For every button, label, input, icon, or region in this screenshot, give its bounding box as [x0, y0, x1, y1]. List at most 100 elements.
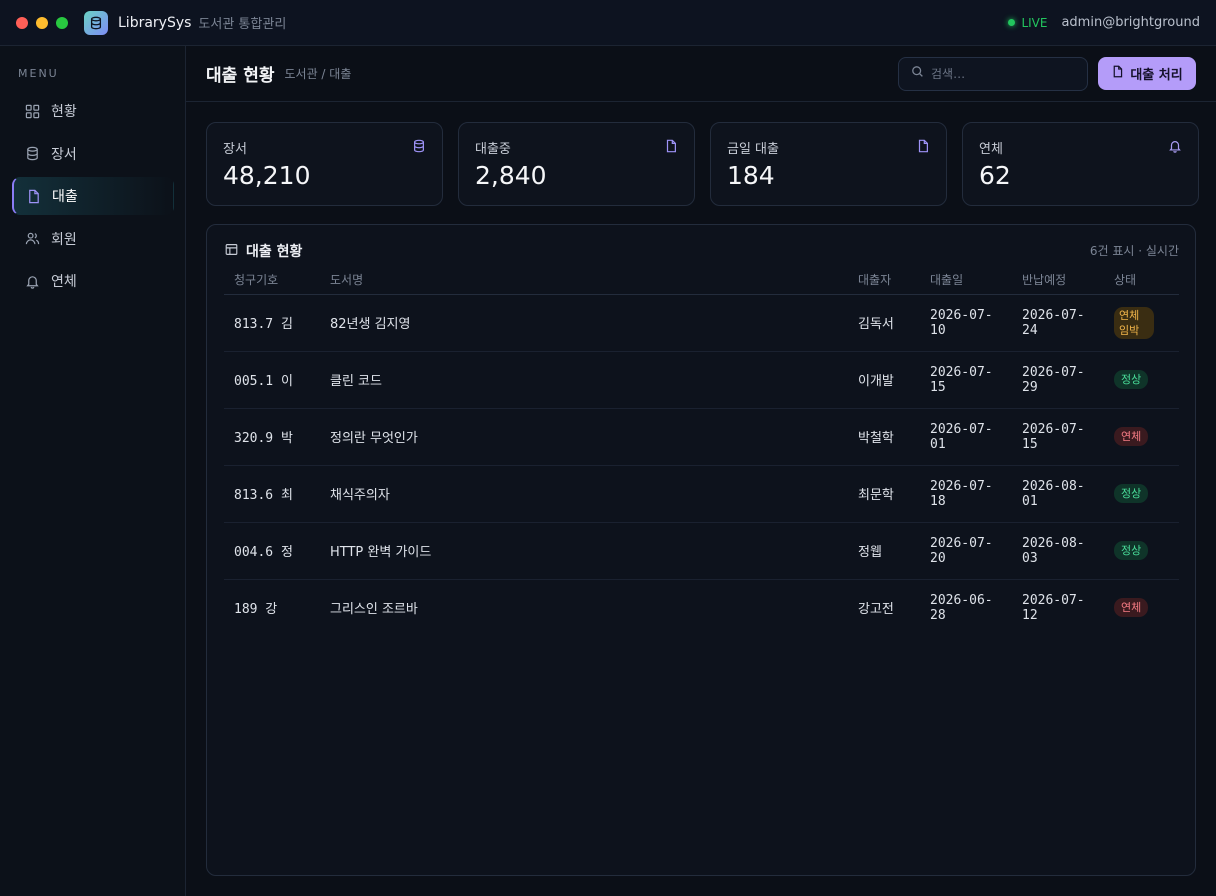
document-icon	[1111, 65, 1124, 82]
status-badge: 연체	[1114, 598, 1149, 618]
due-date: 2026-07-12	[1022, 592, 1085, 623]
book-title: 82년생 김지영	[320, 294, 848, 352]
book-title: 그리스인 조르바	[330, 602, 418, 618]
sidebar-nav: 현황 장서 대출 회원 연체	[12, 92, 174, 305]
stat-label: 연체	[979, 142, 1003, 157]
close-window-button[interactable]	[16, 16, 28, 29]
status-badge: 연체	[1114, 427, 1149, 446]
call-number: 189 강	[234, 602, 278, 618]
stat-value: 62	[979, 161, 1011, 190]
sidebar-item-loans[interactable]: 대출	[12, 177, 174, 215]
table-row[interactable]: 813.7 김 82년생 김지영 김독서 2026-07-10 2026-07-…	[224, 294, 1179, 352]
table-row[interactable]: 004.6 정 HTTP 완벽 가이드 정웹 2026-07-20 2026-0…	[224, 522, 1179, 580]
table-row[interactable]: 320.9 박 정의란 무엇인가 박철학 2026-07-01 2026-07-…	[224, 408, 1179, 466]
stat-card-today-loans: 금일 대출 184	[710, 122, 947, 206]
table-icon	[225, 243, 238, 260]
borrower: 정웹	[848, 522, 920, 580]
column-header[interactable]: 대출자	[848, 265, 920, 295]
sidebar: MENU 현황 장서 대출 회원 연체	[0, 46, 186, 896]
call-number: 813.7 김	[224, 294, 320, 352]
borrower: 김독서	[848, 294, 920, 352]
call-number: 320.9 박	[224, 408, 320, 466]
book-title: 채식주의자	[320, 465, 848, 523]
book-title: 클린 코드	[320, 351, 848, 409]
document-icon	[25, 188, 41, 204]
status-badge: 정상	[1114, 370, 1149, 389]
call-number: 004.6 정	[224, 522, 320, 580]
status-badge: 정상	[1114, 541, 1149, 560]
stat-label: 대출중	[475, 142, 511, 157]
database-icon	[24, 146, 40, 162]
users-icon	[24, 231, 40, 247]
column-header[interactable]: 대출일	[920, 265, 1012, 295]
app-subtitle: 도서관 통합관리	[198, 17, 287, 32]
document-icon	[664, 139, 678, 157]
process-loan-button[interactable]: 대출 처리	[1098, 57, 1196, 90]
loan-date: 2026-07-20	[930, 535, 993, 566]
due-date: 2026-07-24	[1022, 307, 1085, 338]
borrower: 최문학	[848, 465, 920, 523]
maximize-window-button[interactable]	[56, 16, 68, 29]
process-loan-label: 대출 처리	[1130, 68, 1183, 83]
page-header: 대출 현황 도서관 / 대출 대출 처리	[186, 46, 1216, 102]
page-title: 대출 현황	[206, 66, 275, 86]
app-name: LibrarySys	[118, 14, 192, 31]
loan-date: 2026-07-15	[930, 364, 993, 395]
due-date: 2026-08-03	[1022, 535, 1085, 566]
search-icon	[911, 65, 924, 82]
table-row[interactable]: 189 강 그리스인 조르바 강고전 2026-06-28 2026-07-12…	[224, 579, 1179, 636]
document-icon	[916, 139, 930, 157]
table-row[interactable]: 005.1 이 클린 코드 이개발 2026-07-15 2026-07-29 …	[224, 351, 1179, 409]
user-account[interactable]: admin@brightground	[1061, 15, 1200, 30]
grid-icon	[24, 103, 40, 119]
sidebar-item-label: 대출	[52, 189, 78, 205]
book-title: HTTP 완벽 가이드	[320, 522, 848, 580]
column-header[interactable]: 상태	[1104, 265, 1179, 295]
window-titlebar: LibrarySys 도서관 통합관리 LIVE admin@brightgro…	[0, 0, 1216, 46]
column-header[interactable]: 도서명	[320, 265, 848, 295]
sidebar-item-dashboard[interactable]: 현황	[12, 92, 174, 130]
book-title: 정의란 무엇인가	[320, 408, 848, 466]
app-logo-icon	[84, 10, 108, 35]
sidebar-item-label: 장서	[51, 146, 77, 163]
due-date: 2026-07-15	[1022, 421, 1085, 452]
database-icon	[412, 139, 426, 157]
sidebar-item-members[interactable]: 회원	[12, 220, 174, 258]
bell-icon	[24, 273, 40, 289]
breadcrumb[interactable]: 도서관 / 대출	[284, 65, 351, 82]
column-header[interactable]: 청구기호	[224, 265, 320, 295]
loan-date: 2026-07-18	[930, 478, 993, 509]
live-status: LIVE	[1021, 15, 1048, 30]
due-date: 2026-07-29	[1022, 364, 1085, 395]
stat-label: 금일 대출	[727, 142, 779, 157]
sidebar-item-label: 현황	[51, 104, 77, 120]
table-row[interactable]: 813.6 최 채식주의자 최문학 2026-07-18 2026-08-01 …	[224, 465, 1179, 523]
loan-date: 2026-07-10	[930, 307, 993, 338]
loans-table: 청구기호 도서명 대출자 대출일 반납예정 상태 813.7 김 82년생 김지…	[224, 265, 1179, 636]
minimize-window-button[interactable]	[36, 16, 48, 29]
window-controls	[16, 16, 68, 29]
loan-date: 2026-07-01	[930, 421, 993, 452]
stat-value: 184	[727, 161, 775, 190]
stat-label: 장서	[223, 142, 247, 157]
stat-card-on-loan: 대출중 2,840	[458, 122, 695, 206]
bell-icon	[1168, 139, 1182, 157]
loans-panel: 대출 현황 6건 표시 · 실시간 청구기호 도서명 대출자 대출일 반납예정 …	[206, 224, 1196, 876]
borrower: 이개발	[848, 351, 920, 409]
due-date: 2026-08-01	[1022, 478, 1085, 509]
call-number: 005.1 이	[224, 351, 320, 409]
live-status-icon	[1008, 19, 1016, 26]
search-input[interactable]	[931, 66, 1071, 81]
stat-value: 48,210	[223, 161, 311, 190]
search-box[interactable]	[898, 56, 1088, 91]
loan-date: 2026-06-28	[930, 592, 993, 623]
sidebar-item-collection[interactable]: 장서	[12, 135, 174, 173]
column-header[interactable]: 반납예정	[1012, 265, 1104, 295]
borrower: 박철학	[848, 408, 920, 466]
sidebar-item-overdue[interactable]: 연체	[12, 262, 174, 300]
status-badge: 정상	[1114, 484, 1149, 503]
stat-card-collection: 장서 48,210	[206, 122, 443, 206]
stat-value: 2,840	[475, 161, 547, 190]
sidebar-item-label: 연체	[51, 274, 77, 290]
table-header-row: 청구기호 도서명 대출자 대출일 반납예정 상태	[224, 265, 1179, 295]
